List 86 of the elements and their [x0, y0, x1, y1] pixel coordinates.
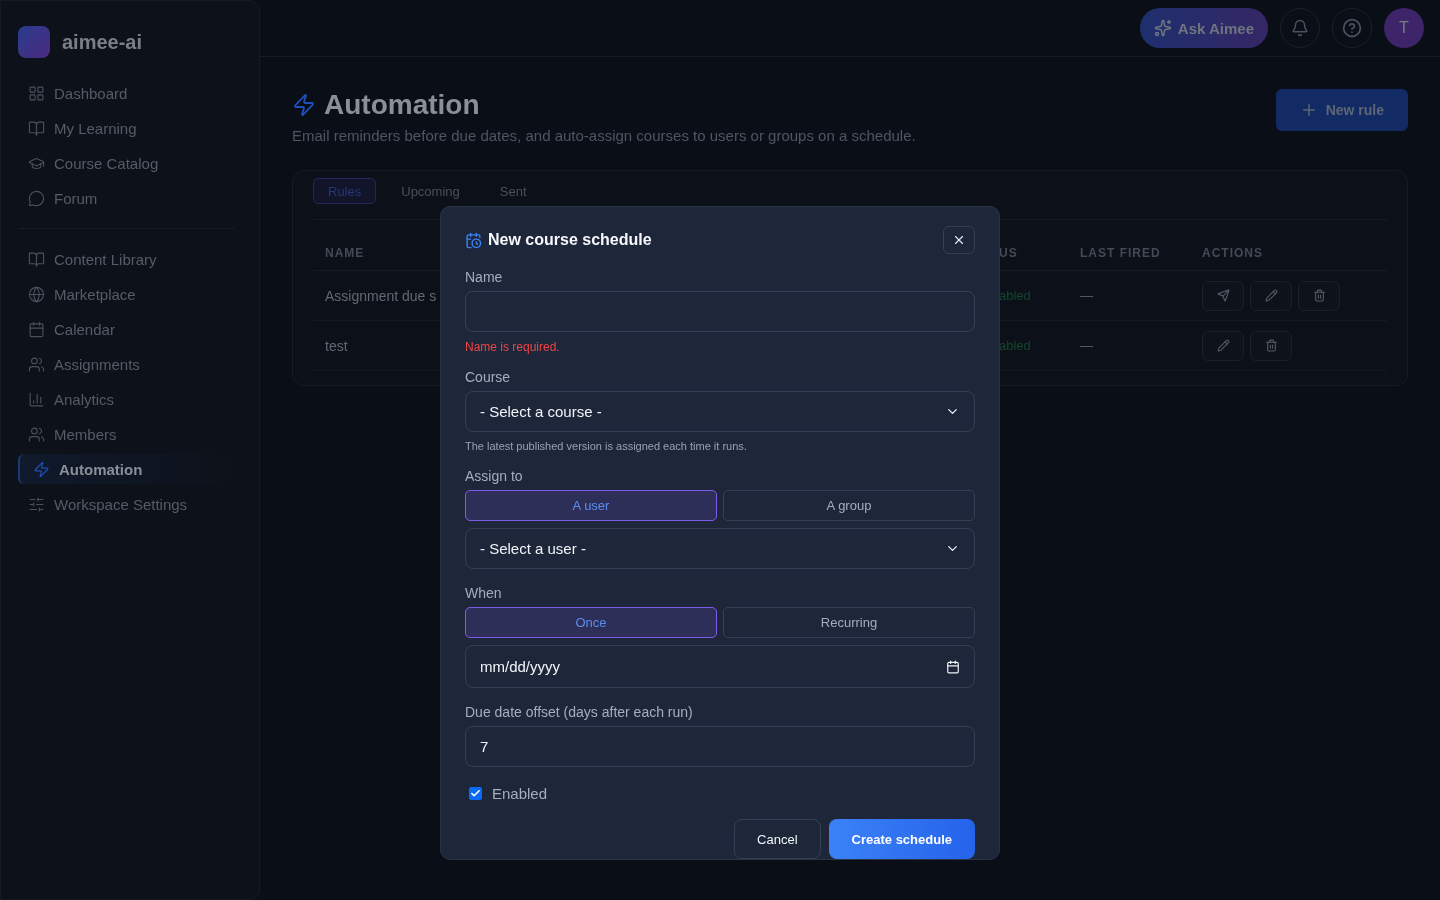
ask-button[interactable]: Ask Aimee	[1139, 8, 1268, 48]
globe-icon	[28, 285, 45, 303]
date-field[interactable]: mm/dd/yyyy	[465, 645, 975, 688]
nav-item[interactable]: My Learning	[18, 113, 242, 143]
nav-label: Marketplace	[54, 285, 136, 303]
segment-option[interactable]: Recurring	[723, 607, 975, 638]
create-button[interactable]: Create schedule	[828, 819, 975, 859]
column-header: LAST FIRED	[1080, 220, 1202, 271]
error-message: Name is required.	[465, 340, 561, 354]
users-icon	[28, 355, 45, 373]
trash-icon	[1264, 339, 1278, 352]
tab[interactable]: Upcoming	[386, 178, 475, 204]
close-button[interactable]	[943, 226, 975, 254]
nav-item[interactable]: Dashboard	[18, 78, 242, 108]
nav-label: Course Catalog	[54, 154, 159, 172]
nav-label: Workspace Settings	[54, 495, 188, 513]
nav-item[interactable]: Forum	[18, 183, 242, 213]
nav-item[interactable]: Marketplace	[18, 279, 242, 309]
hint-text: The latest published version is assigned each time it runs.	[465, 440, 748, 452]
user-select[interactable]: - Select a user -	[465, 528, 975, 569]
help-icon	[1342, 18, 1362, 38]
nav-label: Automation	[59, 460, 143, 478]
cancel-button[interactable]: Cancel	[734, 819, 821, 859]
grid-icon	[28, 84, 45, 102]
calendar-icon	[28, 320, 45, 338]
sparkles-icon	[1153, 19, 1172, 37]
nav-item[interactable]: Analytics	[18, 384, 242, 414]
logo-icon	[18, 26, 50, 58]
nav-label: Analytics	[54, 390, 115, 408]
bell-icon	[1291, 19, 1309, 37]
send-button[interactable]	[1202, 280, 1244, 311]
segment-option[interactable]: Once	[465, 607, 717, 638]
segment-option[interactable]: A user	[465, 490, 717, 521]
field-label: Name	[465, 269, 504, 285]
checkbox-label: Enabled	[492, 785, 548, 802]
nav-label: Content Library	[54, 250, 157, 268]
tab[interactable]: Sent	[484, 178, 542, 204]
new-rule-button[interactable]: New rule	[1275, 89, 1408, 131]
pencil-icon	[1264, 289, 1278, 302]
book-icon	[28, 250, 45, 268]
field-label: Due date offset (days after each run)	[465, 704, 694, 720]
offset-field[interactable]: 7	[465, 726, 975, 767]
nav-item[interactable]: Calendar	[18, 314, 242, 344]
chat-bubble-icon	[28, 189, 45, 207]
nav-label: Forum	[54, 189, 98, 207]
nav-item[interactable]: Assignments	[18, 349, 242, 379]
course-select[interactable]: - Select a course -	[465, 391, 975, 432]
dialog-title: New course schedule	[488, 231, 652, 249]
nav-item[interactable]: Content Library	[18, 244, 242, 274]
help-button[interactable]	[1332, 8, 1372, 48]
nav-label: Assignments	[54, 355, 140, 373]
field-label: When	[465, 585, 503, 601]
delete-button[interactable]	[1298, 280, 1340, 311]
users-icon	[28, 425, 45, 443]
edit-button[interactable]	[1202, 330, 1244, 361]
field-label: Course	[465, 369, 512, 385]
calendar-clock-icon	[465, 231, 482, 249]
nav-label: Members	[54, 425, 117, 443]
pencil-icon	[1216, 339, 1230, 352]
nav-label: My Learning	[54, 119, 137, 137]
nav-item[interactable]: Course Catalog	[18, 148, 242, 178]
bar-chart-icon	[28, 390, 45, 408]
nav-label: Dashboard	[54, 84, 128, 102]
app-name: aimee-ai	[62, 30, 143, 54]
field-label: Assign to	[465, 468, 524, 484]
book-icon	[28, 119, 45, 137]
nav-item[interactable]: Workspace Settings	[18, 489, 242, 519]
lightning-icon	[33, 460, 50, 478]
page-subtitle: Email reminders before due dates, and auto-assign courses to users or groups on a schedule.	[292, 127, 916, 144]
nav-item[interactable]: Members	[18, 419, 242, 449]
sliders-icon	[28, 495, 45, 513]
calendar-icon	[946, 659, 960, 674]
delete-button[interactable]	[1250, 330, 1292, 361]
enabled-checkbox[interactable]	[469, 787, 482, 800]
name-field[interactable]	[465, 291, 975, 332]
close-icon	[952, 233, 966, 247]
segment-option[interactable]: A group	[723, 490, 975, 521]
page-title: Automation	[324, 89, 480, 121]
column-header: ACTIONS	[1202, 220, 1387, 271]
edit-button[interactable]	[1250, 280, 1292, 311]
tab[interactable]: Rules	[313, 178, 377, 204]
user-avatar[interactable]: T	[1384, 8, 1424, 48]
nav-label: Calendar	[54, 320, 115, 338]
paper-plane-icon	[1216, 289, 1230, 302]
lightning-icon	[292, 93, 316, 117]
trash-icon	[1312, 289, 1326, 302]
